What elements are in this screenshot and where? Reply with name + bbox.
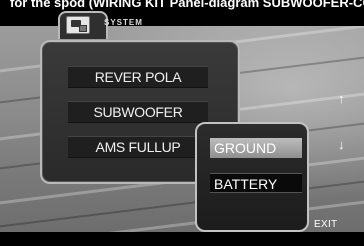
caption-text: for the spod (WIRING KIT Panel-diagram S…	[10, 0, 364, 10]
menu-item-subwoofer[interactable]: SUBWOOFER	[68, 101, 208, 123]
arrow-up-icon[interactable]: ↑	[338, 92, 345, 105]
background-streak	[0, 193, 364, 232]
option-ground[interactable]: GROUND	[210, 138, 302, 158]
arrow-down-icon[interactable]: ↓	[338, 138, 345, 151]
device-display: for the spod (WIRING KIT Panel-diagram S…	[0, 0, 364, 246]
bottom-bar	[0, 232, 364, 246]
option-battery[interactable]: BATTERY	[210, 173, 302, 193]
panel-title: SYSTEM	[104, 18, 143, 27]
menu-item-ams-fullup[interactable]: AMS FULLUP	[68, 136, 208, 158]
exit-button[interactable]: EXIT	[314, 219, 337, 230]
menu-item-rever-pola[interactable]: REVER POLA	[68, 66, 208, 88]
system-icon	[66, 16, 90, 34]
